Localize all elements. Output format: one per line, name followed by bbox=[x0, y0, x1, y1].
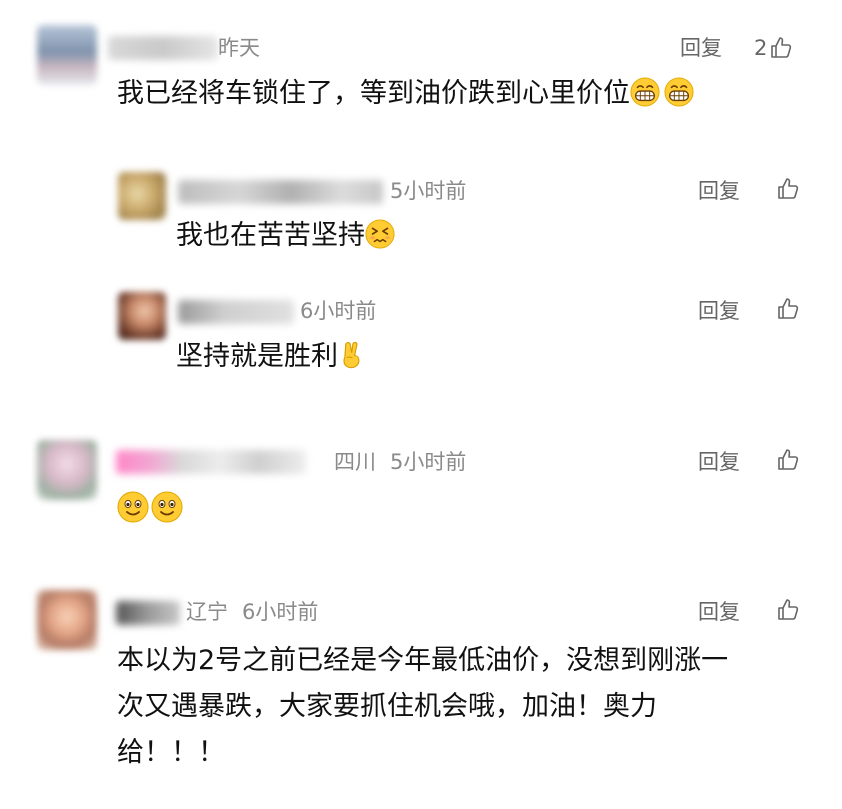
reply-button[interactable]: 回复 bbox=[698, 177, 740, 205]
reply-button[interactable]: 回复 bbox=[698, 598, 740, 626]
like-button[interactable]: 2 bbox=[754, 34, 793, 62]
avatar[interactable] bbox=[37, 25, 97, 85]
thumbs-up-icon bbox=[776, 448, 800, 472]
comment-time: 6小时前 bbox=[300, 299, 377, 323]
comment-text-content: 我已经将车锁住了，等到油价跌到心里价位 bbox=[117, 78, 630, 109]
comment-text-content: 我也在苦苦坚持 bbox=[176, 220, 365, 251]
like-button[interactable] bbox=[776, 297, 800, 321]
comment-location: 四川 bbox=[334, 450, 376, 474]
username-blurred[interactable] bbox=[116, 450, 306, 474]
smile-emoji bbox=[117, 491, 149, 523]
username-blurred[interactable] bbox=[116, 601, 180, 625]
victory-hand-emoji bbox=[338, 338, 368, 370]
comment-time: 6小时前 bbox=[242, 600, 319, 624]
comment-time: 5小时前 bbox=[390, 179, 467, 203]
comment-text: 坚持就是胜利 bbox=[176, 335, 368, 379]
reply-button[interactable]: 回复 bbox=[680, 34, 722, 62]
avatar[interactable] bbox=[118, 172, 166, 220]
like-button[interactable] bbox=[776, 598, 800, 622]
thumbs-up-icon bbox=[776, 297, 800, 321]
comment-text: 我已经将车锁住了，等到油价跌到心里价位 bbox=[117, 72, 694, 116]
thumbs-up-icon bbox=[776, 177, 800, 201]
grin-emoji bbox=[664, 77, 694, 107]
thumbs-up-icon bbox=[776, 598, 800, 622]
comment-text-content: 坚持就是胜利 bbox=[176, 341, 338, 372]
reply-button[interactable]: 回复 bbox=[698, 297, 740, 325]
avatar[interactable] bbox=[118, 292, 166, 340]
comment-text-line: 本以为2号之前已经是今年最低油价，没想到刚涨一 bbox=[117, 645, 729, 676]
like-button[interactable] bbox=[776, 448, 800, 472]
comment-time: 5小时前 bbox=[390, 450, 467, 474]
username-blurred[interactable] bbox=[178, 300, 294, 324]
comment-text: 我也在苦苦坚持 bbox=[176, 214, 395, 258]
username-blurred[interactable] bbox=[178, 180, 383, 204]
comment-text: 本以为2号之前已经是今年最低油价，没想到刚涨一 次又遇暴跌，大家要抓住机会哦，加… bbox=[117, 638, 728, 776]
smile-emoji bbox=[151, 491, 183, 523]
reply-button[interactable]: 回复 bbox=[698, 448, 740, 476]
avatar[interactable] bbox=[37, 590, 97, 650]
comment-time: 昨天 bbox=[218, 36, 260, 60]
comment-text bbox=[117, 488, 183, 532]
thumbs-up-icon bbox=[769, 36, 793, 60]
like-button[interactable] bbox=[776, 177, 800, 201]
persevere-emoji bbox=[365, 219, 395, 249]
comment-text-line: 给！！！ bbox=[117, 737, 225, 768]
username-blurred[interactable] bbox=[108, 36, 218, 60]
grin-emoji bbox=[630, 77, 660, 107]
comment-text-line: 次又遇暴跌，大家要抓住机会哦，加油！奥力 bbox=[117, 691, 657, 722]
avatar[interactable] bbox=[37, 440, 97, 500]
like-count: 2 bbox=[754, 36, 768, 60]
comment-location: 辽宁 bbox=[186, 600, 228, 624]
